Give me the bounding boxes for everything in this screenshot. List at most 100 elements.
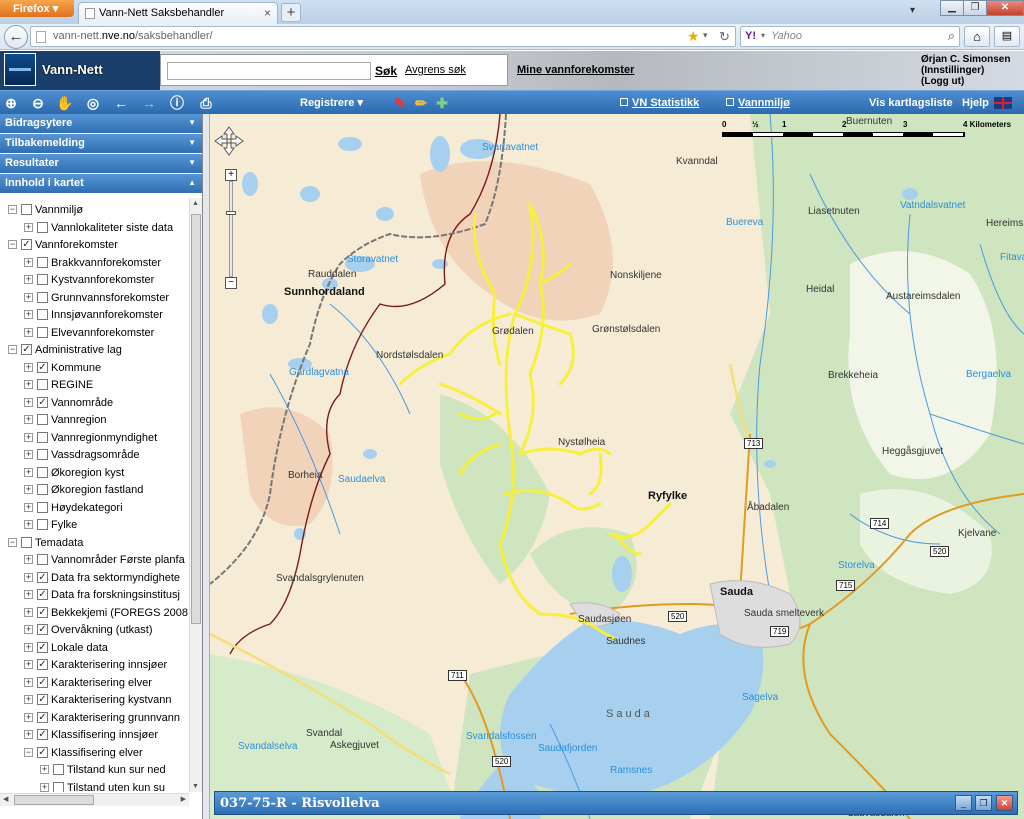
layer-checkbox[interactable] (37, 291, 48, 303)
vannmiljo-link[interactable]: Vannmiljø (726, 97, 790, 109)
layer-checkbox[interactable]: ✓ (37, 659, 48, 670)
back-button[interactable]: ← (4, 25, 28, 49)
zoom-plus-icon[interactable]: + (225, 169, 237, 181)
accordion-toggle-icon[interactable]: ▼ (188, 118, 196, 127)
layer-checkbox[interactable] (37, 414, 48, 425)
pan-hand-icon[interactable]: ✋ (56, 94, 74, 112)
horizontal-scrollbar[interactable]: ◀ ▶ (0, 793, 189, 806)
window-close-button[interactable]: ✕ (986, 0, 1024, 16)
layer-checkbox[interactable] (37, 466, 48, 478)
edit-pencil-icon[interactable]: ✏ (412, 94, 430, 112)
layer-checkbox[interactable]: ✓ (37, 361, 48, 373)
tab-close-icon[interactable]: × (264, 6, 271, 20)
layer-checkbox[interactable] (37, 484, 48, 495)
home-button[interactable]: ⌂ (964, 26, 990, 47)
collapse-icon[interactable]: − (8, 537, 17, 547)
layer-checkbox[interactable] (37, 449, 48, 460)
search-icon[interactable]: ⌕ (948, 28, 955, 44)
url-dropdown-icon[interactable]: ▾ (703, 30, 708, 41)
layer-checkbox[interactable] (37, 379, 48, 390)
accordion-tilbakemelding[interactable]: Tilbakemelding ▼ (0, 134, 202, 154)
expand-icon[interactable]: + (24, 695, 33, 704)
expand-icon[interactable]: + (24, 222, 33, 232)
layer-checkbox[interactable]: ✓ (37, 676, 48, 688)
zoom-minus-icon[interactable]: − (225, 277, 237, 289)
expand-icon[interactable]: + (24, 607, 33, 617)
map-view[interactable]: Svartavatnet Kvanndal Buernuten Buereva Lias… (210, 114, 1024, 819)
english-flag-icon[interactable] (994, 97, 1012, 109)
layer-checkbox[interactable]: ✓ (37, 624, 48, 635)
layer-checkbox[interactable] (37, 256, 48, 268)
browser-tab[interactable]: Vann-Nett Saksbehandler × (78, 2, 278, 24)
window-minimize-button[interactable]: ▁ (940, 0, 964, 16)
expand-icon[interactable]: + (24, 467, 33, 477)
vertical-scrollbar[interactable]: ▲ ▼ (189, 198, 202, 792)
zoom-handle[interactable] (226, 211, 236, 215)
expand-icon[interactable]: + (24, 292, 33, 302)
expand-icon[interactable]: + (40, 765, 49, 774)
collapse-icon[interactable]: − (8, 345, 17, 354)
bookmarks-menu-button[interactable]: ▤ (994, 26, 1020, 47)
register-menu[interactable]: Registrere ▾ (300, 96, 363, 109)
expand-icon[interactable]: + (24, 310, 33, 319)
tab-list-chevron-icon[interactable]: ▾ (910, 5, 915, 16)
collapse-icon[interactable]: − (8, 240, 17, 249)
zoom-slider[interactable]: + − (225, 169, 237, 289)
search-bar[interactable]: Y! ▾ Yahoo ⌕ (740, 26, 960, 47)
collapse-icon[interactable]: − (8, 205, 17, 214)
layer-checkbox[interactable]: ✓ (37, 641, 48, 653)
expand-icon[interactable]: + (24, 660, 33, 669)
zoom-track[interactable] (229, 181, 233, 277)
scroll-right-icon[interactable]: ▶ (181, 795, 186, 803)
previous-extent-icon[interactable]: ← (112, 94, 130, 112)
info-icon[interactable]: ⓘ (168, 94, 186, 112)
accordion-innhold-i-kartet[interactable]: Innhold i kartet ▲ (0, 174, 202, 194)
layer-checkbox[interactable] (37, 519, 48, 530)
layer-checkbox[interactable] (37, 326, 48, 338)
expand-icon[interactable]: + (24, 362, 33, 372)
scroll-down-icon[interactable]: ▼ (192, 783, 199, 790)
layer-checkbox[interactable] (53, 781, 64, 792)
vertical-scroll-thumb[interactable] (191, 214, 201, 624)
layer-checkbox[interactable]: ✓ (37, 729, 48, 740)
expand-icon[interactable]: + (24, 590, 33, 599)
zoom-out-icon[interactable]: ⊖ (29, 94, 47, 112)
accordion-toggle-icon[interactable]: ▲ (188, 178, 196, 187)
expand-icon[interactable]: + (24, 432, 33, 442)
layer-checkbox[interactable]: ✓ (37, 396, 48, 408)
waterbody-info-panel[interactable]: 037-75-R - Risvollelva _ ❐ ✕ (214, 791, 1018, 815)
draw-tool-icon[interactable]: ✎ (391, 94, 409, 112)
bookmark-star-icon[interactable]: ★ (687, 28, 700, 45)
collapse-icon[interactable]: − (24, 747, 33, 757)
expand-icon[interactable]: + (24, 677, 33, 687)
expand-icon[interactable]: + (24, 275, 33, 284)
scroll-left-icon[interactable]: ◀ (3, 795, 8, 803)
expand-icon[interactable]: + (40, 782, 49, 792)
expand-icon[interactable]: + (24, 327, 33, 337)
expand-icon[interactable]: + (24, 520, 33, 529)
layer-checkbox[interactable] (37, 221, 48, 233)
layer-checkbox[interactable] (21, 204, 32, 215)
layer-checkbox[interactable] (37, 431, 48, 443)
expand-icon[interactable]: + (24, 625, 33, 634)
layer-checkbox[interactable] (37, 274, 48, 285)
layer-checkbox[interactable]: ✓ (37, 606, 48, 618)
search-button[interactable]: Søk (375, 64, 397, 78)
layer-checkbox[interactable]: ✓ (37, 746, 48, 758)
add-user-icon[interactable]: ✚ (433, 94, 451, 112)
zoom-in-icon[interactable]: ⊕ (2, 94, 20, 112)
vn-statistikk-link[interactable]: VN Statistikk (620, 97, 699, 109)
expand-icon[interactable]: + (24, 572, 33, 582)
show-layer-list-link[interactable]: Vis kartlagsliste (869, 97, 953, 109)
expand-icon[interactable]: + (24, 555, 33, 564)
url-bar[interactable]: vann-nett.nve.no/saksbehandler/ ★ ▾ ↻ (30, 26, 736, 47)
layer-checkbox[interactable]: ✓ (37, 589, 48, 600)
expand-icon[interactable]: + (24, 415, 33, 424)
accordion-toggle-icon[interactable]: ▼ (188, 138, 196, 147)
expand-icon[interactable]: + (24, 502, 33, 512)
new-tab-button[interactable]: + (281, 3, 301, 22)
pan-control[interactable] (214, 126, 244, 156)
logout-link[interactable]: (Logg ut) (921, 76, 1010, 87)
expand-icon[interactable]: + (24, 257, 33, 267)
expand-icon[interactable]: + (24, 730, 33, 739)
